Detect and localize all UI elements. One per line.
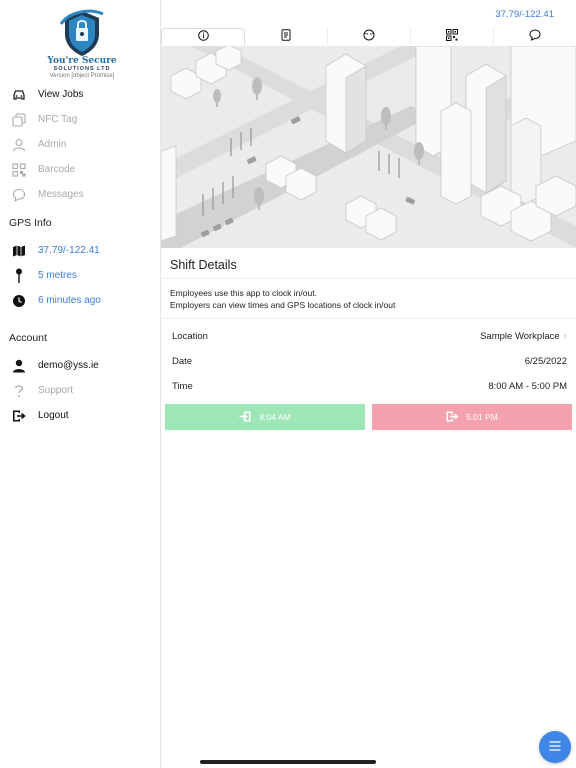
tab-face[interactable]: [328, 28, 411, 45]
nav-label: View Jobs: [38, 89, 84, 100]
question-icon: [0, 384, 38, 398]
shift-description: Employees use this app to clock in/out. …: [170, 288, 395, 311]
sidebar: You're Secure SOLUTIONS LTD Version [obj…: [0, 0, 161, 768]
divider: [161, 318, 576, 319]
nav-support[interactable]: Support: [0, 378, 160, 403]
nav-view-jobs[interactable]: View Jobs: [0, 82, 160, 107]
clock-out-button[interactable]: 5:01 PM: [372, 404, 572, 430]
qr-code-icon: [0, 162, 38, 177]
nav-messages[interactable]: Messages: [0, 182, 160, 207]
account-email: demo@yss.ie: [38, 360, 99, 371]
city-illustration: [161, 46, 576, 248]
clock-in-time: 8:04 AM: [259, 412, 291, 422]
shield-logo-icon: [59, 9, 104, 56]
nav-label: Admin: [38, 139, 67, 150]
date-row: Date 6/25/2022: [172, 351, 567, 371]
main-panel: 37.79/-122.41 Shift Details Employees us…: [161, 0, 576, 768]
menu-fab-button[interactable]: [539, 731, 571, 763]
gps-info-title: GPS Info: [9, 217, 52, 229]
nav-label: Support: [38, 385, 74, 396]
time-label: Time: [172, 380, 193, 392]
divider: [161, 278, 576, 279]
gps-last-update: 6 minutes ago: [0, 288, 160, 313]
shift-details-title: Shift Details: [170, 258, 237, 272]
logout-icon: [0, 409, 38, 423]
tab-chat[interactable]: [494, 28, 576, 45]
account-title: Account: [9, 332, 47, 344]
date-value: 6/25/2022: [524, 355, 567, 367]
clock-in-icon: [239, 411, 251, 424]
nfc-copy-icon: [0, 112, 38, 127]
gps-last-update-value: 6 minutes ago: [38, 295, 101, 306]
pin-icon: [0, 268, 38, 284]
clock-icon: [0, 294, 38, 308]
nav-label: NFC Tag: [38, 114, 78, 125]
gps-accuracy: 5 metres: [0, 263, 160, 288]
nav-nfc-tag[interactable]: NFC Tag: [0, 107, 160, 132]
gps-coordinates: 37.79/-122.41: [0, 238, 160, 263]
clock-out-time: 5:01 PM: [466, 412, 498, 422]
nav-logout[interactable]: Logout: [0, 403, 160, 428]
home-indicator[interactable]: [200, 760, 376, 764]
app-logo: You're Secure SOLUTIONS LTD Version [obj…: [44, 8, 120, 82]
nav-label: Logout: [38, 410, 69, 421]
menu-icon: [549, 738, 561, 756]
chevron-right-icon: ›: [563, 330, 567, 342]
tab-qr[interactable]: [411, 28, 494, 45]
chat-icon: [529, 28, 541, 46]
shift-description-line-1: Employees use this app to clock in/out.: [170, 288, 317, 298]
tab-bar: [161, 28, 576, 45]
header-coordinates: 37.79/-122.41: [495, 9, 554, 20]
time-value: 8:00 AM - 5:00 PM: [488, 380, 567, 392]
app-version: Version [object Promise]: [49, 73, 115, 79]
person-outline-icon: [0, 138, 38, 152]
car-icon: [0, 89, 38, 101]
location-label: Location: [172, 330, 208, 342]
face-icon: [363, 28, 375, 46]
chat-bubble-icon: [0, 188, 38, 202]
location-row[interactable]: Location Sample Workplace ›: [172, 326, 567, 346]
nav-label: Barcode: [38, 164, 76, 175]
clock-in-button[interactable]: 8:04 AM: [165, 404, 365, 430]
nav-account-user[interactable]: demo@yss.ie: [0, 353, 160, 378]
time-row: Time 8:00 AM - 5:00 PM: [172, 376, 567, 396]
logo-name: You're Secure: [47, 56, 117, 66]
nav-admin[interactable]: Admin: [0, 132, 160, 157]
map-icon: [0, 244, 38, 258]
tab-info[interactable]: [161, 28, 245, 45]
info-icon: [197, 28, 209, 46]
shift-description-line-2: Employers can view times and GPS locatio…: [170, 299, 396, 310]
date-label: Date: [172, 355, 193, 367]
nav-label: Messages: [38, 189, 84, 200]
qr-code-icon: [446, 28, 458, 46]
gps-accuracy-value: 5 metres: [38, 270, 77, 281]
location-value: Sample Workplace: [480, 330, 560, 342]
tab-document[interactable]: [245, 28, 328, 45]
person-icon: [0, 359, 38, 373]
nav-barcode[interactable]: Barcode: [0, 157, 160, 182]
document-icon: [281, 28, 291, 46]
gps-coordinates-value: 37.79/-122.41: [38, 245, 100, 256]
clock-out-icon: [446, 411, 459, 424]
